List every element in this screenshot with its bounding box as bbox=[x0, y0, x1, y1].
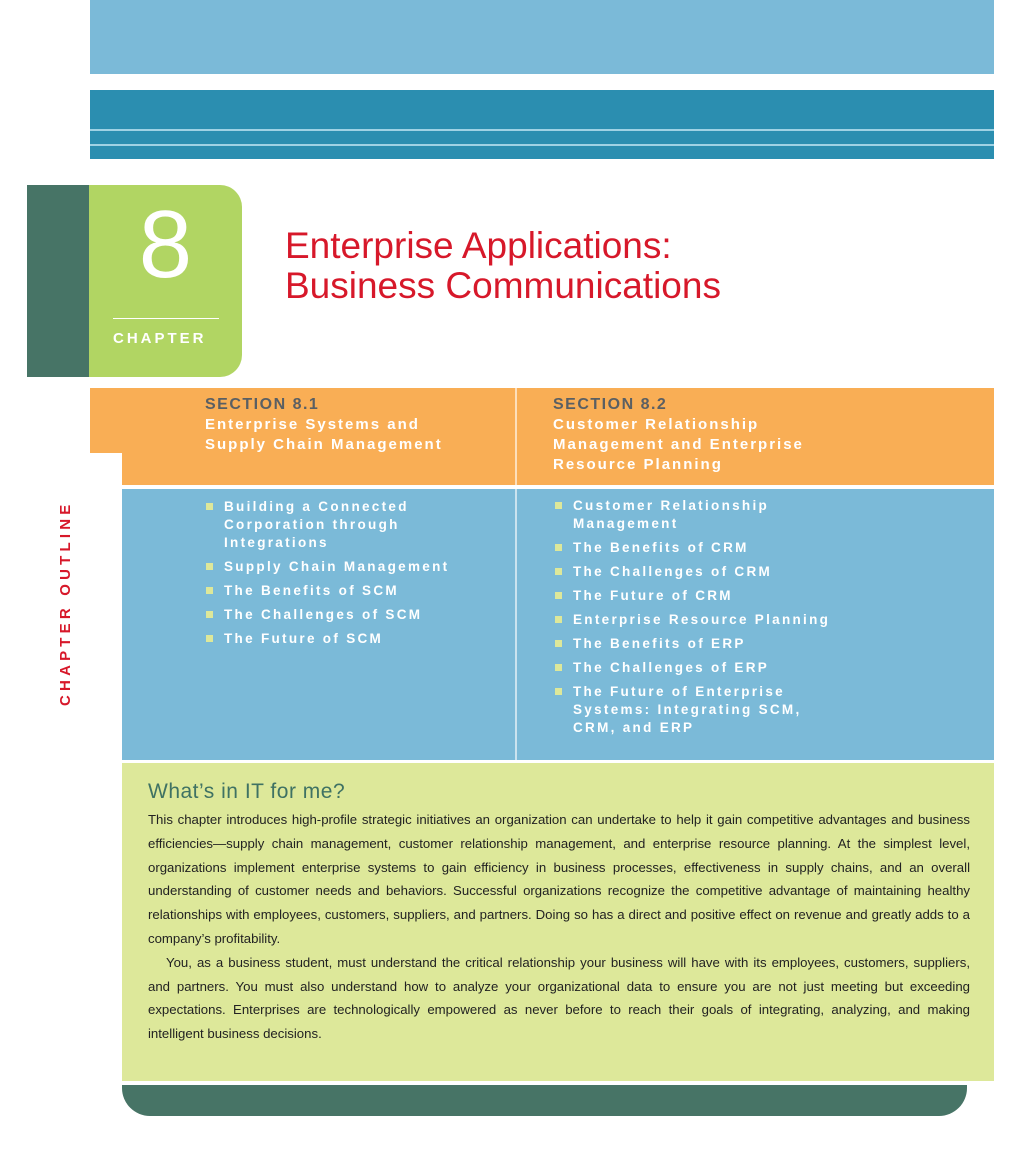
outline-item-text: The Challenges of CRM bbox=[573, 564, 773, 579]
square-bullet-icon bbox=[555, 616, 562, 623]
outline-item-text: Customer Relationship bbox=[573, 498, 770, 513]
chapter-title: Enterprise Applications: Business Commun… bbox=[285, 226, 721, 306]
outline-item-text: The Future of SCM bbox=[224, 631, 384, 646]
chapter-outline-label: CHAPTER OUTLINE bbox=[57, 500, 74, 707]
column-divider bbox=[515, 388, 517, 760]
outline-item: The Benefits of ERP bbox=[553, 635, 830, 653]
outline-item-text: The Challenges of ERP bbox=[573, 660, 770, 675]
chapter-rule bbox=[113, 318, 219, 319]
outline-item: The Future of Enterprise Systems: Integra… bbox=[553, 683, 830, 737]
square-bullet-icon bbox=[206, 563, 213, 570]
wiifm-body: This chapter introduces high-profile str… bbox=[148, 808, 970, 1046]
outline-item: The Challenges of SCM bbox=[204, 606, 449, 624]
section-header-notch bbox=[90, 453, 122, 489]
outline-item-text: Enterprise Resource Planning bbox=[573, 612, 831, 627]
section-name-line: Customer Relationship bbox=[553, 416, 760, 433]
outline-item: Supply Chain Management bbox=[204, 558, 449, 576]
outline-item-text: Management bbox=[573, 516, 679, 531]
outline-item-text: Corporation through bbox=[224, 517, 400, 532]
outline-item-text: The Future of Enterprise bbox=[573, 684, 785, 699]
section-name-line: Management and Enterprise bbox=[553, 436, 804, 453]
outline-item: The Challenges of CRM bbox=[553, 563, 830, 581]
square-bullet-icon bbox=[555, 502, 562, 509]
outline-item: Enterprise Resource Planning bbox=[553, 611, 830, 629]
square-bullet-icon bbox=[555, 592, 562, 599]
outline-item-text: Systems: Integrating SCM, bbox=[573, 702, 802, 717]
section-name-line: Supply Chain Management bbox=[205, 436, 443, 453]
square-bullet-icon bbox=[555, 688, 562, 695]
square-bullet-icon bbox=[555, 664, 562, 671]
outline-item-text: The Benefits of ERP bbox=[573, 636, 746, 651]
header-stripe-1 bbox=[90, 129, 994, 131]
outline-item: The Challenges of ERP bbox=[553, 659, 830, 677]
outline-item: Customer Relationship Management bbox=[553, 497, 830, 533]
square-bullet-icon bbox=[555, 640, 562, 647]
section-name-line: Enterprise Systems and bbox=[205, 416, 420, 433]
header-band-dark bbox=[90, 90, 994, 159]
section-name-line: Resource Planning bbox=[553, 456, 723, 473]
whats-in-it-for-me-box: What’s in IT for me? This chapter introd… bbox=[122, 763, 994, 1081]
square-bullet-icon bbox=[555, 544, 562, 551]
outline-item-text: The Future of CRM bbox=[573, 588, 733, 603]
outline-item: Building a Connected Corporation through I… bbox=[204, 498, 449, 552]
square-bullet-icon bbox=[555, 568, 562, 575]
wiifm-paragraph: You, as a business student, must underst… bbox=[148, 954, 970, 1042]
outline-item: The Future of CRM bbox=[553, 587, 830, 605]
outline-item-text: Supply Chain Management bbox=[224, 559, 450, 574]
section-8-2-topics: Customer Relationship Management The Benef… bbox=[553, 497, 830, 743]
outline-item-text: The Challenges of SCM bbox=[224, 607, 423, 622]
chapter-title-line-1: Enterprise Applications: bbox=[285, 225, 672, 266]
section-8-1-topics: Building a Connected Corporation through I… bbox=[204, 498, 449, 654]
square-bullet-icon bbox=[206, 587, 213, 594]
outline-item-text: Building a Connected bbox=[224, 499, 409, 514]
section-number: SECTION 8.1 bbox=[205, 396, 320, 413]
outline-item-text: CRM, and ERP bbox=[573, 720, 695, 735]
section-8-2-header: SECTION 8.2 Customer Relationship Manage… bbox=[553, 395, 804, 475]
wiifm-paragraph: This chapter introduces high-profile str… bbox=[148, 812, 970, 946]
square-bullet-icon bbox=[206, 635, 213, 642]
header-band-light bbox=[90, 0, 994, 74]
outline-item-text: The Benefits of CRM bbox=[573, 540, 749, 555]
outline-item: The Benefits of CRM bbox=[553, 539, 830, 557]
square-bullet-icon bbox=[206, 503, 213, 510]
outline-item-text: Integrations bbox=[224, 535, 329, 550]
chapter-tab: 8 CHAPTER bbox=[89, 185, 242, 377]
chapter-number: 8 bbox=[138, 191, 193, 298]
square-bullet-icon bbox=[206, 611, 213, 618]
chapter-title-line-2: Business Communications bbox=[285, 265, 721, 306]
header-stripe-2 bbox=[90, 144, 994, 146]
section-number: SECTION 8.2 bbox=[553, 396, 668, 413]
outline-item-text: The Benefits of SCM bbox=[224, 583, 399, 598]
outline-item: The Benefits of SCM bbox=[204, 582, 449, 600]
wiifm-title: What’s in IT for me? bbox=[148, 780, 346, 803]
chapter-spine bbox=[27, 185, 89, 377]
footer-bar bbox=[122, 1085, 967, 1116]
section-8-1-header: SECTION 8.1 Enterprise Systems and Suppl… bbox=[205, 395, 443, 455]
chapter-label: CHAPTER bbox=[113, 330, 207, 347]
outline-item: The Future of SCM bbox=[204, 630, 449, 648]
